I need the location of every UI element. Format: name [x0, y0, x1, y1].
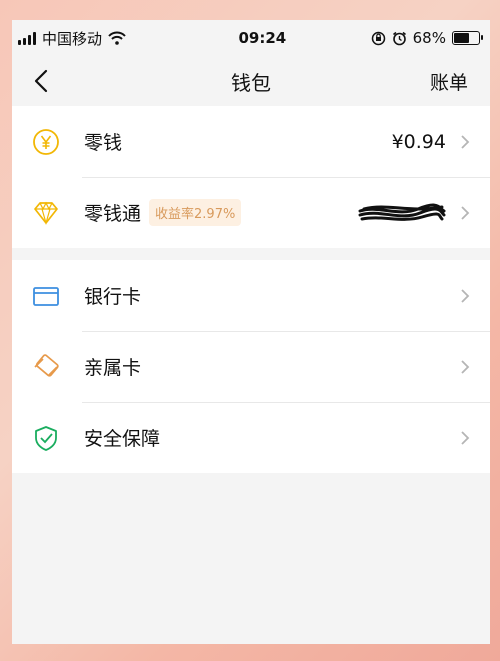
carrier-label: 中国移动	[42, 29, 103, 48]
battery-percent: 68%	[412, 29, 446, 47]
wallet-balance-group: 零钱 ¥0.94 零钱通 收益率2.97%	[12, 106, 490, 248]
security-row[interactable]: 安全保障	[12, 402, 490, 473]
family-card-row[interactable]: 亲属卡	[12, 331, 490, 402]
bank-card-icon	[32, 282, 60, 310]
status-bar: 中国移动 09:24 68%	[12, 20, 490, 56]
obscured-balance	[358, 203, 446, 221]
diamond-icon	[32, 199, 60, 227]
change-balance-row[interactable]: 零钱 ¥0.94	[12, 106, 490, 177]
coin-yen-icon	[32, 128, 60, 156]
security-label: 安全保障	[84, 428, 161, 450]
family-card-label: 亲属卡	[84, 357, 142, 379]
change-amount: ¥0.94	[391, 130, 446, 153]
alarm-icon	[392, 31, 406, 45]
signal-icon	[18, 31, 36, 45]
chevron-right-icon	[461, 134, 470, 149]
security-shield-icon	[32, 424, 60, 452]
page-title: 钱包	[231, 70, 271, 95]
navigation-bar: 钱包 账单	[12, 56, 490, 106]
change-label: 零钱	[84, 132, 123, 154]
section-divider	[12, 248, 490, 260]
lingqiantong-row[interactable]: 零钱通 收益率2.97%	[12, 177, 490, 248]
battery-icon	[451, 31, 483, 45]
back-chevron-icon[interactable]	[30, 68, 56, 94]
wifi-icon	[108, 31, 126, 45]
bill-button[interactable]: 账单	[430, 68, 468, 95]
bank-card-row[interactable]: 银行卡	[12, 260, 490, 331]
phone-screen: 中国移动 09:24 68% 钱包 账单 零钱 ¥0.94 零钱通 收益率2.9…	[12, 20, 490, 644]
status-time: 09:24	[238, 29, 287, 47]
chevron-right-icon	[461, 205, 470, 220]
chevron-right-icon	[461, 359, 470, 374]
lingqiantong-label: 零钱通	[84, 203, 142, 225]
family-card-icon	[32, 353, 60, 381]
rotation-lock-icon	[371, 31, 385, 45]
services-group: 银行卡 亲属卡 安全保障	[12, 260, 490, 473]
chevron-right-icon	[461, 288, 470, 303]
yield-rate-badge: 收益率2.97%	[149, 199, 242, 226]
chevron-right-icon	[461, 430, 470, 445]
bank-card-label: 银行卡	[84, 286, 142, 308]
